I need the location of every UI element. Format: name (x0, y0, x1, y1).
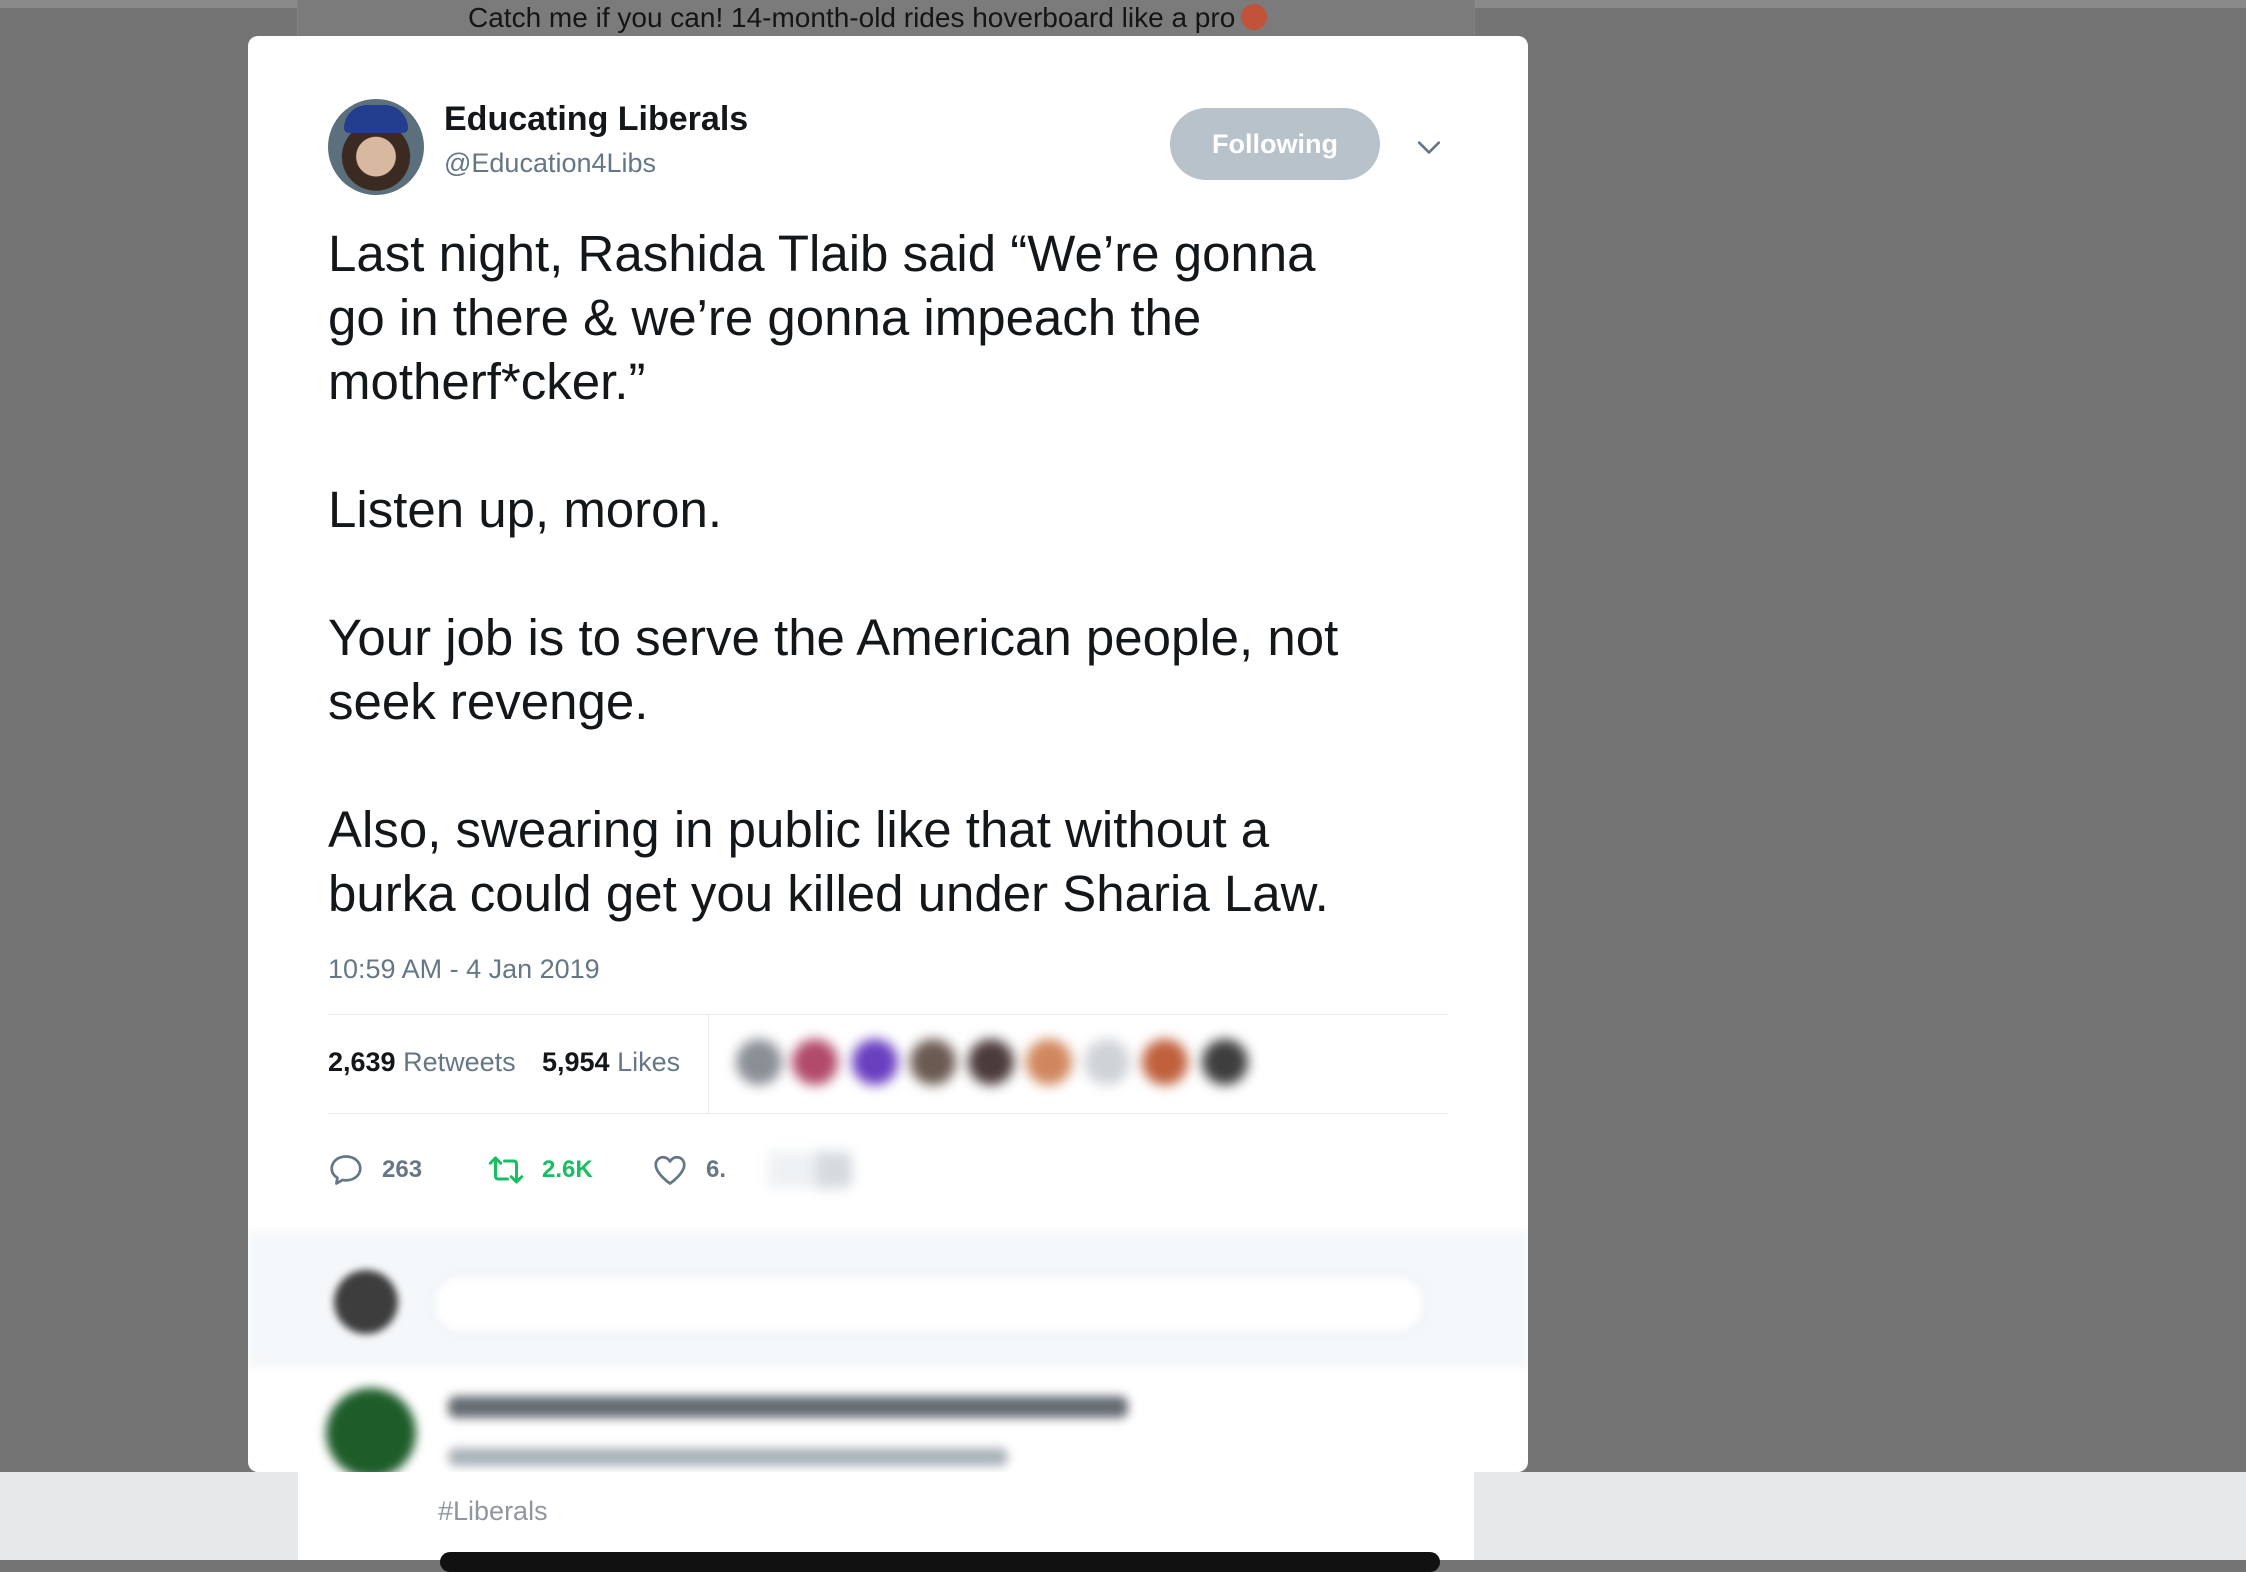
own-avatar (334, 1270, 398, 1334)
stats-divider (708, 1015, 709, 1113)
chevron-down-icon[interactable] (1416, 134, 1442, 160)
background-headline[interactable]: Catch me if you can! 14-month-old rides … (468, 2, 1268, 34)
liker-avatar[interactable] (1142, 1039, 1188, 1085)
reply-tweet-blurred[interactable] (248, 1368, 1528, 1472)
tweet-line: Last night, Rashida Tlaib said “We’re go… (328, 225, 1316, 282)
reply-tweet-replying-to (448, 1448, 1008, 1466)
tweet-timestamp[interactable]: 10:59 AM - 4 Jan 2019 (328, 954, 600, 985)
likes-stat[interactable]: 5,954 Likes (542, 1047, 680, 1078)
reply-action[interactable]: 263 (328, 1140, 422, 1200)
retweets-count: 2,639 (328, 1047, 396, 1077)
likes-label: Likes (617, 1047, 681, 1077)
display-name[interactable]: Educating Liberals (444, 100, 748, 139)
retweet-icon (488, 1156, 524, 1184)
retweet-action[interactable]: 2.6K (488, 1140, 593, 1200)
liker-avatar[interactable] (910, 1039, 956, 1085)
reply-tweet-header (448, 1396, 1128, 1418)
tweet-line: Listen up, moron. (328, 481, 723, 538)
tweet-paragraph: Your job is to serve the American people… (328, 606, 1468, 734)
liker-avatar[interactable] (792, 1039, 838, 1085)
tweet-line: Also, swearing in public like that witho… (328, 801, 1270, 858)
like-action[interactable]: 6. (652, 1140, 726, 1200)
avatar[interactable] (328, 99, 424, 195)
tweet-line: Your job is to serve the American people… (328, 609, 1339, 666)
like-count: 6. (706, 1156, 727, 1183)
tweet-text: Last night, Rashida Tlaib said “We’re go… (328, 222, 1468, 990)
tweet-paragraph: Also, swearing in public like that witho… (328, 798, 1468, 926)
likes-count: 5,954 (542, 1047, 610, 1077)
tweet-actions: 263 2.6K 6. (328, 1140, 1228, 1200)
tweet-line: burka could get you killed under Sharia … (328, 865, 1329, 922)
background-headline-text[interactable]: Catch me if you can! 14-month-old rides … (468, 2, 1235, 33)
liker-avatar[interactable] (1202, 1039, 1248, 1085)
following-button[interactable]: Following (1170, 108, 1380, 180)
retweet-count: 2.6K (542, 1156, 593, 1183)
reply-icon (330, 1155, 362, 1185)
liker-avatar[interactable] (1026, 1039, 1072, 1085)
heart-icon (654, 1155, 686, 1185)
liker-avatars (724, 1031, 1284, 1097)
reply-tweet-avatar[interactable] (326, 1388, 416, 1472)
liker-avatar[interactable] (852, 1039, 898, 1085)
tweet-paragraph: Listen up, moron. (328, 478, 1468, 542)
tweet-modal: Educating Liberals @Education4Libs Follo… (248, 36, 1528, 1472)
tweet-line: go in there & we’re gonna impeach the (328, 289, 1202, 346)
reply-count: 263 (382, 1156, 423, 1183)
user-handle[interactable]: @Education4Libs (444, 148, 656, 179)
avatar-cap (344, 105, 408, 133)
reply-compose-area (248, 1230, 1528, 1368)
tweet-paragraph: Last night, Rashida Tlaib said “We’re go… (328, 222, 1468, 414)
liker-avatar[interactable] (1084, 1039, 1130, 1085)
tweet-stats: 2,639 Retweets 5,954 Likes (328, 1014, 1448, 1114)
reply-input[interactable] (432, 1274, 1426, 1334)
background-video-thumbnail[interactable] (440, 1552, 1440, 1572)
basketball-emoji-icon (1241, 4, 1268, 30)
retweets-label: Retweets (403, 1047, 516, 1077)
liker-avatar[interactable] (736, 1039, 782, 1085)
background-hashtag[interactable]: #Liberals (438, 1496, 548, 1527)
tweet-line: motherf*cker.” (328, 353, 646, 410)
blurred-share-icon[interactable] (816, 1152, 852, 1188)
tweet-line: seek revenge. (328, 673, 649, 730)
retweets-stat[interactable]: 2,639 Retweets (328, 1047, 516, 1078)
liker-avatar[interactable] (968, 1039, 1014, 1085)
